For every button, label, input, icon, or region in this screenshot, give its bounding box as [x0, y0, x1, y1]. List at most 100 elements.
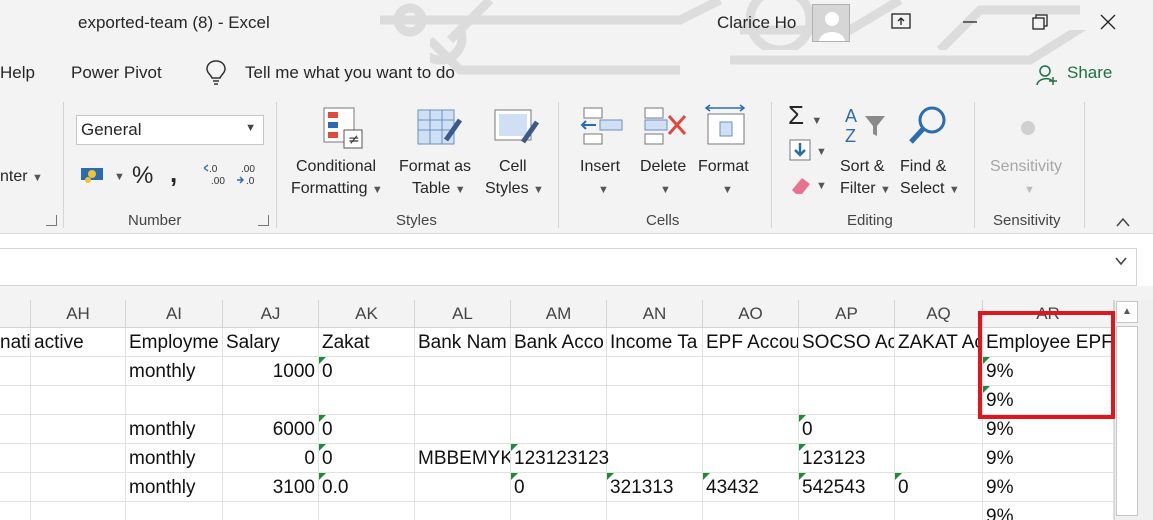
header-cell[interactable]: Salary — [223, 328, 319, 357]
table-cell[interactable]: 1000 — [223, 357, 319, 386]
table-cell[interactable]: monthly — [126, 357, 223, 386]
sensitivity-button[interactable]: Sensitivity ▼ — [990, 158, 1062, 196]
table-cell[interactable]: 0 — [511, 473, 607, 502]
table-cell[interactable] — [415, 415, 511, 444]
table-cell[interactable] — [0, 357, 31, 386]
insert-button[interactable]: Insert ▼ — [580, 158, 620, 196]
table-cell[interactable] — [607, 444, 703, 473]
accounting-format-icon[interactable] — [80, 164, 106, 184]
tab-power-pivot[interactable]: Power Pivot — [71, 63, 162, 83]
spreadsheet-grid[interactable]: AH AI AJ AK AL AM AN AO AP AQ AR natioac… — [0, 300, 1114, 520]
format-as-table-button[interactable]: Format as Table ▼ — [399, 158, 471, 198]
table-cell[interactable]: 6000 — [223, 415, 319, 444]
table-cell[interactable] — [223, 502, 319, 520]
header-cell[interactable]: EPF Accou — [703, 328, 799, 357]
header-cell[interactable]: Employme — [126, 328, 223, 357]
table-cell[interactable] — [511, 357, 607, 386]
header-cell[interactable]: Zakat — [319, 328, 415, 357]
table-cell[interactable] — [319, 386, 415, 415]
column-header-ai[interactable]: AI — [126, 300, 223, 328]
table-cell[interactable] — [126, 502, 223, 520]
table-cell[interactable] — [126, 386, 223, 415]
table-cell[interactable]: 0 — [319, 444, 415, 473]
table-cell[interactable]: monthly — [126, 444, 223, 473]
table-cell[interactable] — [0, 444, 31, 473]
table-cell[interactable] — [703, 415, 799, 444]
table-cell[interactable] — [703, 386, 799, 415]
table-cell[interactable]: 321313 — [607, 473, 703, 502]
table-cell[interactable]: 0.0 — [319, 473, 415, 502]
table-cell[interactable] — [0, 386, 31, 415]
table-cell[interactable] — [799, 357, 895, 386]
table-cell[interactable]: 9% — [983, 444, 1114, 473]
table-cell[interactable]: 0 — [799, 415, 895, 444]
find-select-button[interactable]: Find & Select ▼ — [900, 158, 960, 198]
table-cell[interactable] — [607, 357, 703, 386]
table-cell[interactable] — [703, 357, 799, 386]
clear-eraser-icon[interactable] — [788, 174, 812, 196]
header-cell[interactable]: active — [31, 328, 126, 357]
table-cell[interactable]: 9% — [983, 473, 1114, 502]
column-header-ao[interactable]: AO — [703, 300, 799, 328]
column-header-al[interactable]: AL — [415, 300, 511, 328]
table-cell[interactable] — [31, 502, 126, 520]
scrollbar-thumb[interactable] — [1116, 326, 1138, 516]
table-cell[interactable]: 0 — [319, 415, 415, 444]
percent-style-button[interactable]: % — [132, 162, 153, 190]
autosum-button[interactable]: Σ ▼ — [788, 100, 822, 131]
tell-me-search[interactable]: Tell me what you want to do — [245, 63, 455, 83]
table-cell[interactable]: MBBEMYKL — [415, 444, 511, 473]
table-cell[interactable] — [415, 473, 511, 502]
formula-bar-input[interactable] — [0, 248, 1137, 286]
table-cell[interactable] — [703, 502, 799, 520]
table-cell[interactable] — [799, 502, 895, 520]
delete-button[interactable]: Delete ▼ — [640, 158, 686, 196]
header-cell[interactable]: Bank Nam — [415, 328, 511, 357]
cell-styles-button[interactable]: Cell Styles ▼ — [485, 158, 544, 198]
chevron-down-icon[interactable]: ▼ — [114, 171, 125, 183]
table-cell[interactable] — [0, 415, 31, 444]
sort-filter-button[interactable]: Sort & Filter ▼ — [840, 158, 891, 198]
increase-decimal-icon[interactable]: .0 .00 — [203, 162, 229, 186]
header-cell[interactable]: ZAKAT Ac — [895, 328, 983, 357]
comma-style-button[interactable]: , — [170, 158, 177, 189]
column-header-am[interactable]: AM — [511, 300, 607, 328]
column-header[interactable] — [0, 300, 31, 328]
table-cell[interactable] — [895, 386, 983, 415]
chevron-down-icon[interactable]: ▼ — [816, 146, 827, 158]
table-cell[interactable] — [703, 444, 799, 473]
chevron-down-icon[interactable]: ▼ — [816, 180, 827, 192]
header-cell[interactable]: SOCSO Ac — [799, 328, 895, 357]
table-cell[interactable]: 0 — [895, 473, 983, 502]
table-cell[interactable] — [895, 502, 983, 520]
table-cell[interactable]: 9% — [983, 415, 1114, 444]
table-cell[interactable]: 0 — [319, 357, 415, 386]
table-cell[interactable] — [607, 415, 703, 444]
table-cell[interactable] — [607, 386, 703, 415]
table-cell[interactable]: 9% — [983, 502, 1114, 520]
column-header-ak[interactable]: AK — [319, 300, 415, 328]
table-cell[interactable] — [319, 502, 415, 520]
table-cell[interactable] — [31, 357, 126, 386]
table-cell[interactable] — [799, 386, 895, 415]
table-cell[interactable] — [31, 473, 126, 502]
table-cell[interactable]: 123123 — [799, 444, 895, 473]
column-header-ap[interactable]: AP — [799, 300, 895, 328]
number-dialog-launcher-icon[interactable] — [258, 215, 269, 226]
fill-icon[interactable] — [788, 138, 812, 162]
number-format-dropdown[interactable]: General ▼ — [76, 115, 264, 145]
table-cell[interactable] — [0, 502, 31, 520]
header-cell[interactable]: Bank Acco — [511, 328, 607, 357]
table-cell[interactable]: 3100 — [223, 473, 319, 502]
table-cell[interactable] — [0, 473, 31, 502]
share-button[interactable]: Share — [1067, 63, 1112, 83]
table-cell[interactable]: 0 — [223, 444, 319, 473]
column-header-aq[interactable]: AQ — [895, 300, 983, 328]
table-cell[interactable] — [31, 386, 126, 415]
table-cell[interactable] — [607, 502, 703, 520]
scroll-up-arrow-icon[interactable]: ▲ — [1116, 301, 1138, 323]
header-cell[interactable]: Income Ta — [607, 328, 703, 357]
table-cell[interactable] — [895, 415, 983, 444]
conditional-formatting-button[interactable]: Conditional Formatting ▼ — [291, 158, 383, 198]
merge-center-partial-label[interactable]: nter ▼ — [0, 168, 43, 186]
